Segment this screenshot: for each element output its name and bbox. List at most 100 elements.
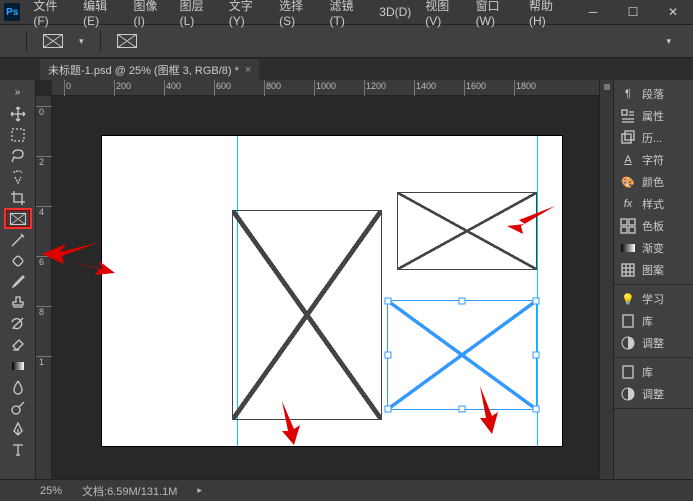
menu-help[interactable]: 帮助(H)	[522, 0, 573, 28]
frame-tool[interactable]	[4, 208, 32, 229]
panel-group-1: ¶段落 属性 历... A字符 🎨 颜色 fx样式 色板 渐变 图案	[614, 80, 693, 285]
panel-libraries[interactable]: 库	[614, 310, 693, 332]
panel-label: 调整	[642, 335, 664, 351]
type-tool[interactable]	[4, 439, 32, 460]
panel-properties[interactable]: 属性	[614, 105, 693, 127]
panel-styles[interactable]: fx样式	[614, 193, 693, 215]
document-tab[interactable]: 未标题-1.psd @ 25% (图框 3, RGB/8) * ×	[40, 58, 259, 80]
move-tool[interactable]	[4, 103, 32, 124]
ruler-tick: 1200	[364, 80, 386, 96]
document-info[interactable]: 文档:6.59M/131.1M	[82, 483, 177, 499]
annotation-arrow-icon	[507, 206, 557, 236]
menu-layer[interactable]: 图层(L)	[173, 0, 222, 28]
eraser-tool[interactable]	[4, 334, 32, 355]
annotation-arrow-icon	[272, 401, 312, 446]
pen-tool[interactable]	[4, 418, 32, 439]
blur-tool[interactable]	[4, 376, 32, 397]
frame-tool-indicator-icon[interactable]	[43, 34, 63, 48]
crop-tool[interactable]	[4, 187, 32, 208]
panel-adjustments[interactable]: 调整	[614, 332, 693, 354]
para-icon: ¶	[620, 87, 636, 101]
ruler-tick: 800	[264, 80, 281, 96]
transform-handle[interactable]	[459, 406, 466, 413]
pattern-icon	[620, 263, 636, 277]
transform-handle[interactable]	[385, 352, 392, 359]
annotation-arrow-icon	[472, 386, 512, 436]
work-area: 0 200 400 600 800 1000 1200 1400 1600 18…	[36, 80, 599, 479]
dropdown-icon[interactable]: ▾	[79, 36, 84, 47]
panel-patterns[interactable]: 图案	[614, 259, 693, 281]
ruler-tick: 8	[36, 306, 52, 317]
gradient-tool[interactable]	[4, 355, 32, 376]
panel-color[interactable]: 🎨 颜色	[614, 171, 693, 193]
dodge-tool[interactable]	[4, 397, 32, 418]
menu-filter[interactable]: 滤镜(T)	[323, 0, 373, 28]
panel-adjustments-2[interactable]: 调整	[614, 383, 693, 405]
menu-type[interactable]: 文字(Y)	[222, 0, 272, 28]
panel-handle-icon[interactable]	[604, 84, 610, 90]
lasso-tool[interactable]	[4, 145, 32, 166]
transform-handle[interactable]	[385, 298, 392, 305]
transform-handle[interactable]	[385, 406, 392, 413]
eyedropper-tool[interactable]	[4, 229, 32, 250]
expand-tools-icon[interactable]: »	[4, 82, 32, 103]
ruler-vertical[interactable]: 0 2 4 6 8 1	[36, 96, 52, 479]
status-dropdown-icon[interactable]: ▸	[197, 485, 202, 496]
transform-handle[interactable]	[533, 298, 540, 305]
canvas-viewport[interactable]	[52, 96, 599, 479]
menu-3d[interactable]: 3D(D)	[372, 5, 418, 19]
healing-tool[interactable]	[4, 250, 32, 271]
transform-handle[interactable]	[533, 406, 540, 413]
main-area: » 0 200 400 600 800 1000 1200 1400 1600	[0, 80, 693, 479]
adjust-icon	[620, 336, 636, 350]
menu-edit[interactable]: 编辑(E)	[76, 0, 126, 28]
brush-tool[interactable]	[4, 271, 32, 292]
quick-select-tool[interactable]	[4, 166, 32, 187]
ruler-tick: 1400	[414, 80, 436, 96]
learn-icon: 💡	[620, 292, 636, 306]
panel-label: 颜色	[642, 174, 664, 190]
transform-handle[interactable]	[533, 352, 540, 359]
ruler-tick: 1000	[314, 80, 336, 96]
minimize-button[interactable]: ─	[573, 0, 613, 24]
panel-paragraph[interactable]: ¶段落	[614, 83, 693, 105]
menu-image[interactable]: 图像(I)	[126, 0, 172, 28]
collapsed-panel-strip[interactable]	[599, 80, 613, 479]
panel-character[interactable]: A字符	[614, 149, 693, 171]
ruler-tick: 600	[214, 80, 231, 96]
history-brush-tool[interactable]	[4, 313, 32, 334]
panel-libraries-2[interactable]: 库	[614, 361, 693, 383]
close-button[interactable]: ✕	[653, 0, 693, 24]
frame-3-selected[interactable]	[387, 300, 537, 410]
lib2-icon	[620, 365, 636, 379]
color-icon: 🎨	[620, 175, 636, 189]
tab-close-icon[interactable]: ×	[245, 64, 251, 76]
panel-history[interactable]: 历...	[614, 127, 693, 149]
panel-gradients[interactable]: 渐变	[614, 237, 693, 259]
panel-label: 调整	[642, 386, 664, 402]
transform-handle[interactable]	[459, 298, 466, 305]
marquee-tool[interactable]	[4, 124, 32, 145]
ruler-tick: 1600	[464, 80, 486, 96]
frame-rect-button[interactable]	[117, 34, 137, 48]
menu-file[interactable]: 文件(F)	[26, 0, 76, 28]
ruler-tick: 1800	[514, 80, 536, 96]
guide-vertical[interactable]	[537, 136, 538, 446]
ruler-tick: 1	[36, 356, 52, 367]
dropdown-icon[interactable]: ▾	[666, 36, 671, 47]
ruler-tick: 0	[64, 80, 71, 96]
menu-select[interactable]: 选择(S)	[272, 0, 322, 28]
panel-swatches[interactable]: 色板	[614, 215, 693, 237]
separator	[100, 31, 101, 51]
panel-label: 历...	[642, 130, 662, 146]
maximize-button[interactable]: ☐	[613, 0, 653, 24]
ruler-horizontal[interactable]: 0 200 400 600 800 1000 1200 1400 1600 18…	[52, 80, 599, 96]
panel-label: 渐变	[642, 240, 664, 256]
menu-window[interactable]: 窗口(W)	[469, 0, 522, 28]
panel-learn[interactable]: 💡学习	[614, 288, 693, 310]
prop-icon	[620, 109, 636, 123]
stamp-tool[interactable]	[4, 292, 32, 313]
menu-view[interactable]: 视图(V)	[418, 0, 468, 28]
frame-1[interactable]	[232, 210, 382, 420]
zoom-level[interactable]: 25%	[40, 485, 62, 497]
